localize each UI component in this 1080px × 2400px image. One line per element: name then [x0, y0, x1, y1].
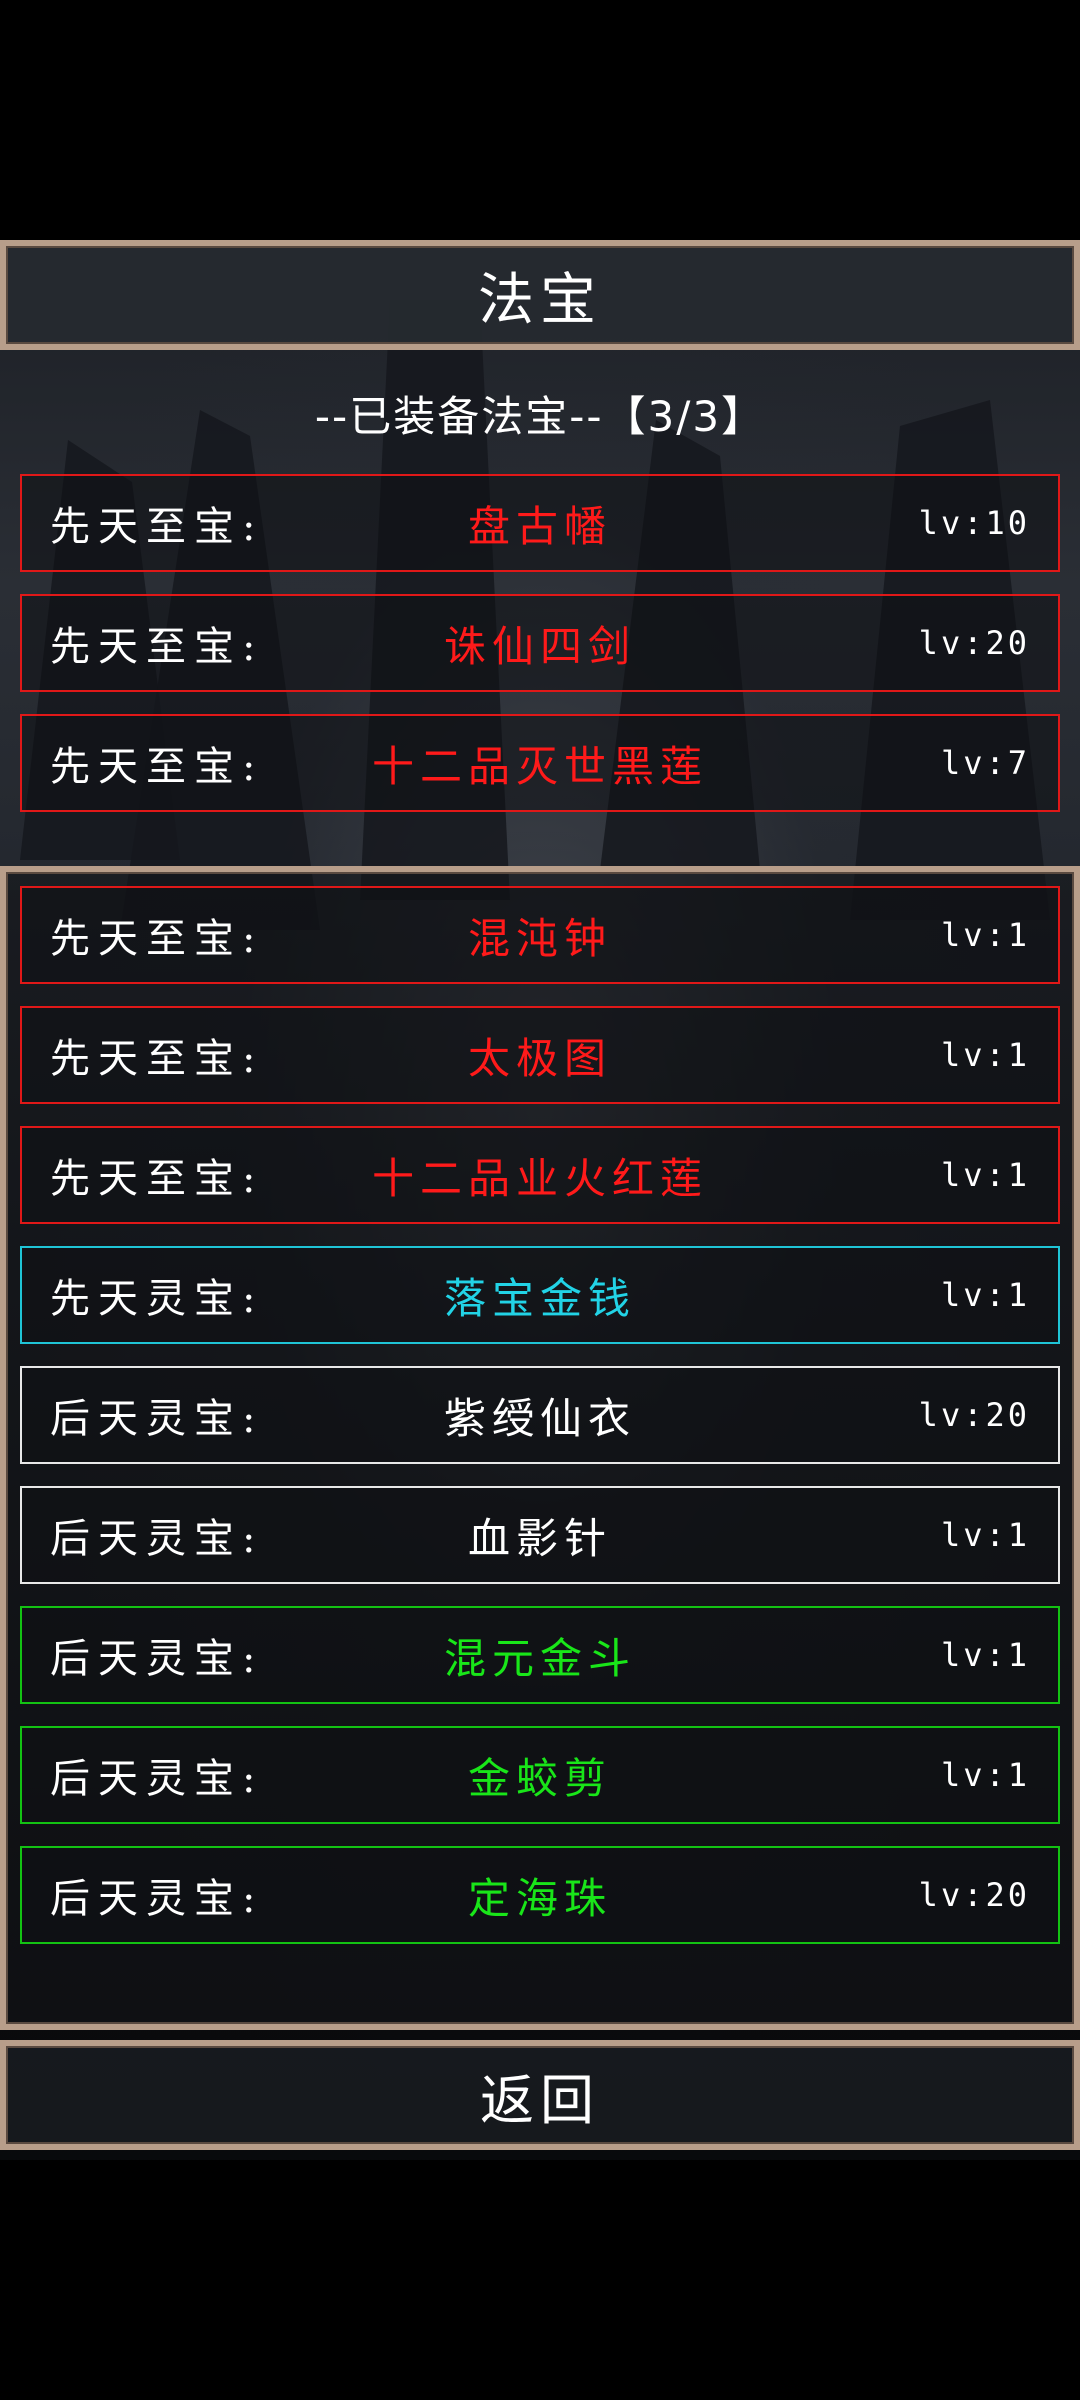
treasure-level: lv:10	[918, 504, 1030, 542]
treasure-name: 混元金斗	[443, 1633, 636, 1683]
page-title: 法宝	[478, 267, 602, 333]
treasure-name: 定海珠	[467, 1873, 612, 1923]
treasure-level: lv:1	[940, 1756, 1030, 1794]
back-button[interactable]: 返回	[0, 2040, 1080, 2150]
inventory-treasure-row[interactable]: 后天灵宝: 血影针 lv:1	[20, 1486, 1060, 1584]
equipped-treasure-row[interactable]: 先天至宝: 诛仙四剑 lv:20	[20, 594, 1060, 692]
equipped-treasure-row[interactable]: 先天至宝: 十二品灭世黑莲 lv:7	[20, 714, 1060, 812]
treasure-level: lv:1	[940, 916, 1030, 954]
treasure-level: lv:1	[940, 1036, 1030, 1074]
equipped-header: --已装备法宝--【3/3】	[314, 391, 766, 441]
treasure-name: 诛仙四剑	[443, 621, 636, 671]
treasure-name: 金蛟剪	[467, 1753, 612, 1803]
treasure-name: 混沌钟	[467, 913, 612, 963]
back-button-label: 返回	[480, 2068, 600, 2132]
inventory-treasure-row[interactable]: 后天灵宝: 金蛟剪 lv:1	[20, 1726, 1060, 1824]
treasure-name: 十二品灭世黑莲	[371, 741, 708, 791]
treasure-level: lv:20	[918, 1396, 1030, 1434]
treasure-level: lv:1	[940, 1156, 1030, 1194]
treasure-name: 十二品业火红莲	[371, 1153, 708, 1203]
treasure-level: lv:1	[940, 1516, 1030, 1554]
treasure-level: lv:20	[918, 624, 1030, 662]
equipped-treasure-row[interactable]: 先天至宝: 盘古幡 lv:10	[20, 474, 1060, 572]
treasure-level: lv:7	[940, 744, 1030, 782]
inventory-treasure-row[interactable]: 后天灵宝: 定海珠 lv:20	[20, 1846, 1060, 1944]
treasure-name: 太极图	[467, 1033, 612, 1083]
inventory-treasure-row[interactable]: 后天灵宝: 混元金斗 lv:1	[20, 1606, 1060, 1704]
title-bar: 法宝	[0, 240, 1080, 350]
inventory-treasure-row[interactable]: 先天至宝: 太极图 lv:1	[20, 1006, 1060, 1104]
treasure-level: lv:20	[918, 1876, 1030, 1914]
inventory-treasure-row[interactable]: 后天灵宝: 紫绶仙衣 lv:20	[20, 1366, 1060, 1464]
treasure-name: 落宝金钱	[443, 1273, 636, 1323]
treasure-level: lv:1	[940, 1636, 1030, 1674]
treasure-name: 盘古幡	[467, 501, 612, 551]
inventory-treasure-row[interactable]: 先天灵宝: 落宝金钱 lv:1	[20, 1246, 1060, 1344]
treasure-level: lv:1	[940, 1276, 1030, 1314]
inventory-treasure-row[interactable]: 先天至宝: 十二品业火红莲 lv:1	[20, 1126, 1060, 1224]
treasure-name: 血影针	[467, 1513, 612, 1563]
treasure-name: 紫绶仙衣	[443, 1393, 636, 1443]
inventory-treasure-row[interactable]: 先天至宝: 混沌钟 lv:1	[20, 886, 1060, 984]
